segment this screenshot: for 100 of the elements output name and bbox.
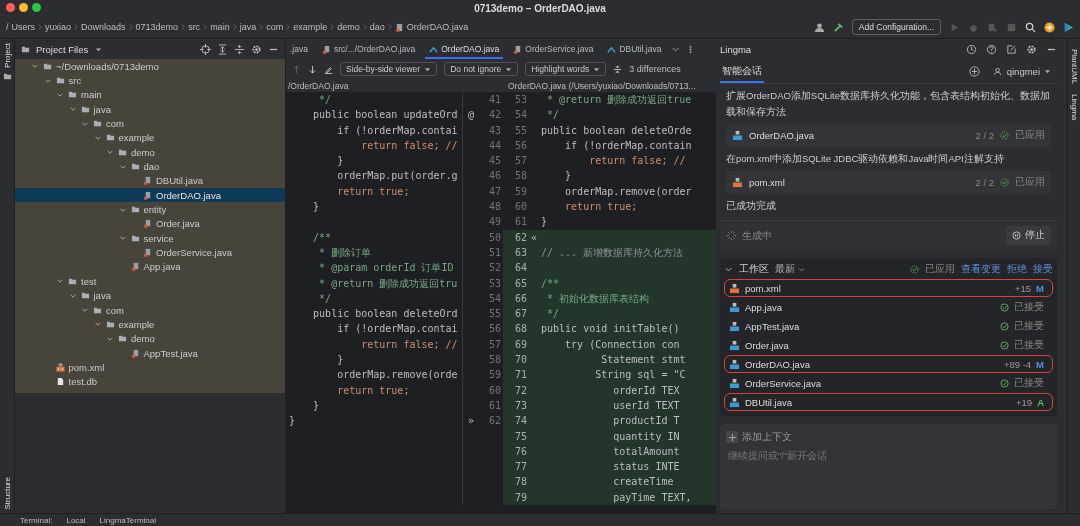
viewer-dropdown[interactable]: Side-by-side viewer — [340, 62, 438, 76]
chevron-icon[interactable] — [106, 148, 114, 157]
breadcrumb-item[interactable]: 0713demo — [135, 22, 179, 32]
expand-all-icon[interactable] — [217, 43, 228, 55]
history-icon[interactable] — [966, 43, 977, 55]
filter-dropdown[interactable]: 最新 — [775, 262, 805, 276]
tree-item[interactable]: DBUtil.java — [15, 173, 285, 189]
tree-item[interactable]: com — [15, 116, 285, 131]
tree-item[interactable]: test — [15, 274, 285, 289]
tree-item[interactable]: example — [15, 317, 285, 332]
breadcrumb-item[interactable]: / — [6, 22, 9, 32]
changed-file-row[interactable]: AppTest.java 已接受 — [724, 317, 1053, 335]
tree-item[interactable]: example — [15, 130, 285, 146]
tree-item[interactable]: AppTest.java — [15, 345, 285, 361]
chevron-icon[interactable] — [81, 306, 89, 314]
add-context-button[interactable]: 添加上下文 — [726, 430, 792, 444]
tree-item[interactable]: java — [15, 288, 285, 303]
stop-button[interactable]: 停止 — [1006, 226, 1051, 245]
close-window-button[interactable] — [6, 3, 15, 12]
chat-input-box[interactable]: 添加上下文 继续提问或"/"新开会话 — [720, 424, 1057, 509]
chevron-icon[interactable] — [56, 277, 64, 286]
chevron-icon[interactable] — [68, 105, 77, 114]
chevron-icon[interactable] — [93, 320, 102, 329]
tool-window-tab[interactable]: PlantUML — [1069, 45, 1079, 89]
zoom-window-button[interactable] — [32, 3, 41, 12]
changed-file-row[interactable]: OrderService.java 已接受 — [724, 374, 1053, 392]
settings-icon[interactable] — [1026, 43, 1037, 55]
tree-item[interactable]: main — [15, 87, 285, 103]
tree-item[interactable]: pom.xml — [15, 360, 285, 375]
terminal-tab[interactable]: Terminal: — [20, 515, 53, 525]
gutter-marker[interactable]: » — [468, 415, 474, 427]
tree-item[interactable]: OrderService.java — [15, 245, 285, 260]
changed-file-row[interactable]: DBUtil.java +19 A — [724, 393, 1053, 411]
breadcrumb-item[interactable]: com — [266, 22, 284, 32]
update-icon[interactable] — [1044, 21, 1055, 33]
user-icon[interactable] — [813, 21, 825, 33]
plugin-logo-icon[interactable] — [1063, 21, 1074, 33]
collapse-all-icon[interactable] — [234, 43, 245, 55]
highlight-dropdown[interactable]: Highlight words — [525, 62, 607, 76]
terminal-tab[interactable]: Local — [66, 515, 86, 525]
edit-icon[interactable] — [1006, 43, 1017, 55]
arrow-down-icon[interactable] — [308, 64, 317, 74]
editor-tab[interactable]: OrderDAO.java — [425, 39, 504, 59]
user-dropdown[interactable]: qingmei — [987, 64, 1057, 78]
tool-window-tab[interactable]: Lingma — [1069, 90, 1079, 125]
breadcrumb-item[interactable]: Downloads — [81, 22, 126, 32]
changed-file-row[interactable]: Order.java 已接受 — [724, 336, 1053, 354]
chevron-icon[interactable] — [31, 62, 39, 71]
gutter-marker[interactable]: « — [531, 231, 537, 243]
help-icon[interactable] — [986, 43, 997, 55]
chat-tab[interactable]: 智能会话 — [720, 59, 764, 83]
breadcrumb-item[interactable]: yuxiao — [45, 22, 72, 32]
tree-item[interactable]: OrderDAO.java — [15, 188, 285, 203]
hammer-icon[interactable] — [832, 21, 844, 33]
tree-item[interactable]: service — [15, 231, 285, 246]
view-changes-link[interactable]: 查看变更 — [961, 262, 1001, 276]
changed-file-row[interactable]: App.java 已接受 — [724, 298, 1053, 316]
file-card[interactable]: OrderDAO.java 2 / 2 已应用 — [726, 124, 1051, 147]
editor-tab[interactable]: OrderService.java — [509, 39, 598, 59]
tree-item[interactable]: Order.java — [15, 216, 285, 232]
tree-item[interactable]: com — [15, 302, 285, 318]
breadcrumb-item[interactable]: Users — [11, 22, 36, 32]
file-card[interactable]: pom.xml 2 / 2 已应用 — [726, 171, 1051, 194]
editor-tab[interactable]: .java — [286, 39, 312, 59]
gutter-marker[interactable]: @ — [468, 109, 474, 121]
add-configuration-button[interactable]: Add Configuration... — [851, 19, 941, 35]
ignore-dropdown[interactable]: Do not ignore — [444, 62, 519, 76]
collapse-icon[interactable] — [613, 64, 623, 74]
tree-item[interactable]: demo — [15, 331, 285, 346]
tree-item[interactable]: entity — [15, 202, 285, 217]
tree-item[interactable]: ~/Downloads/0713demo — [15, 59, 285, 74]
add-icon[interactable] — [968, 65, 980, 77]
tree-item[interactable]: src — [15, 73, 285, 88]
breadcrumb-item[interactable]: example — [293, 22, 328, 32]
breadcrumb-item[interactable]: src — [188, 22, 201, 32]
reject-link[interactable]: 拒绝 — [1007, 262, 1027, 276]
accept-link[interactable]: 接受 — [1033, 262, 1053, 276]
tree-item[interactable]: test.db — [15, 374, 285, 389]
tree-item[interactable]: dao — [15, 159, 285, 174]
breadcrumb-item[interactable]: OrderDAO.java — [406, 22, 469, 32]
breadcrumb-item[interactable]: dao — [369, 22, 385, 32]
target-icon[interactable] — [200, 43, 211, 55]
editor-tab[interactable]: DBUtil.java — [603, 39, 666, 59]
editor-tab[interactable]: src/.../OrderDAO.java — [317, 39, 420, 59]
breadcrumb-item[interactable]: main — [210, 22, 230, 32]
structure-tool-tab[interactable]: Structure — [2, 476, 12, 509]
tree-item[interactable]: demo — [15, 145, 285, 160]
tree-item[interactable]: java — [15, 102, 285, 117]
breadcrumb-item[interactable]: demo — [337, 22, 360, 32]
chat-input-field[interactable]: 继续提问或"/"新开会话 — [726, 448, 1051, 482]
minimize-window-button[interactable] — [19, 3, 28, 12]
search-icon[interactable] — [1025, 21, 1036, 33]
tree-item[interactable]: App.java — [15, 259, 285, 275]
pencil-icon[interactable] — [324, 64, 333, 74]
chevron-icon[interactable] — [118, 234, 127, 243]
project-tool-tab[interactable]: Project — [2, 43, 12, 68]
changed-file-row[interactable]: OrderDAO.java +89 -4 M — [724, 355, 1053, 373]
project-view-selector[interactable]: Project Files — [36, 43, 89, 55]
changed-file-row[interactable]: pom.xml +15 M — [724, 279, 1053, 297]
terminal-tab[interactable]: LingmaTerminal — [99, 515, 157, 525]
